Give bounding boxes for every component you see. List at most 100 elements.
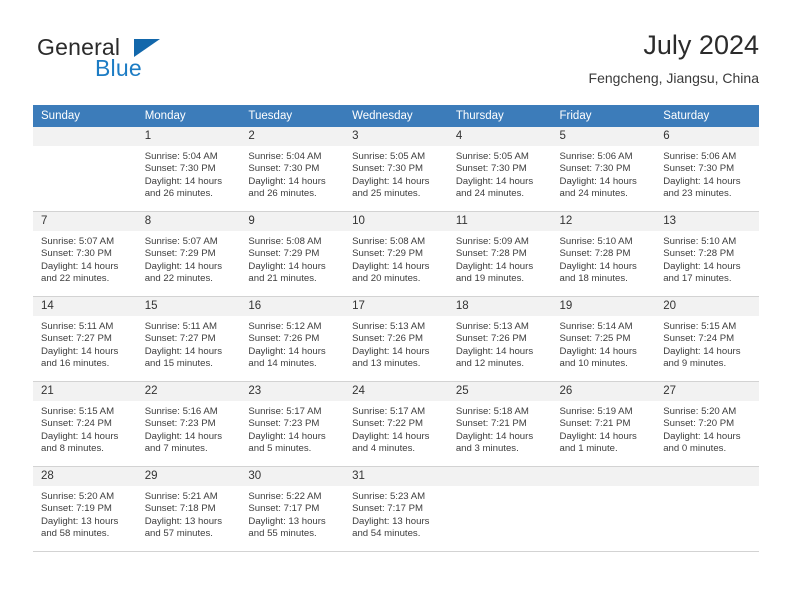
calendar-cell-day[interactable]: 4 Sunrise: 5:05 AM Sunset: 7:30 PM Daylight… [447, 127, 552, 212]
day-number: 25 [447, 382, 552, 401]
day-number: 10 [344, 212, 448, 231]
calendar-cell-day[interactable]: 26 Sunrise: 5:19 AM Sunset: 7:21 PM Dayligh… [551, 381, 656, 467]
day-sunrise: Sunrise: 5:10 AM [559, 236, 633, 247]
day-number: 14 [33, 297, 137, 316]
day-details: Sunrise: 5:08 AM Sunset: 7:29 PM Daylight:… [240, 231, 344, 286]
day-details: Sunrise: 5:04 AM Sunset: 7:30 PM Daylight:… [137, 146, 241, 201]
calendar-week-row: 21 Sunrise: 5:15 AM Sunset: 7:24 PM Dayligh… [33, 381, 759, 467]
calendar-cell-day[interactable]: 23 Sunrise: 5:17 AM Sunset: 7:23 PM Dayligh… [240, 381, 345, 467]
day-daylight-line: Daylight: 14 hours [144, 430, 223, 442]
day-sunrise: Sunrise: 5:04 AM [248, 151, 322, 162]
calendar-cell-day[interactable]: 5 Sunrise: 5:06 AM Sunset: 7:30 PM Daylight… [551, 127, 656, 212]
day-daylight-line: Daylight: 14 hours [455, 260, 534, 272]
day-number: 30 [240, 467, 345, 486]
day-details: Sunrise: 5:06 AM Sunset: 7:30 PM Daylight:… [655, 146, 759, 201]
day-number: 20 [655, 297, 759, 316]
day-details: Sunrise: 5:09 AM Sunset: 7:28 PM Daylight:… [448, 231, 552, 286]
day-sunset: Sunset: 7:30 PM [663, 163, 735, 175]
calendar-cell-day[interactable]: 3 Sunrise: 5:05 AM Sunset: 7:30 PM Daylight… [344, 127, 448, 212]
calendar-cell-day[interactable]: 17 Sunrise: 5:13 AM Sunset: 7:26 PM Dayligh… [344, 296, 448, 382]
day-sunrise: Sunrise: 5:15 AM [41, 406, 115, 417]
calendar-week-row: 7 Sunrise: 5:07 AM Sunset: 7:30 PM Daylight… [33, 211, 759, 297]
day-details: Sunrise: 5:11 AM Sunset: 7:27 PM Daylight:… [137, 316, 241, 371]
day-number: 26 [551, 382, 656, 401]
day-daylight-line: and 24 minutes. [559, 188, 628, 200]
calendar-cell-day[interactable]: 22 Sunrise: 5:16 AM Sunset: 7:23 PM Dayligh… [136, 381, 241, 467]
day-daylight-line: and 10 minutes. [559, 358, 628, 370]
calendar-cell-day[interactable]: 2 Sunrise: 5:04 AM Sunset: 7:30 PM Daylight… [240, 127, 345, 212]
day-sunset: Sunset: 7:21 PM [455, 418, 527, 430]
day-number: 8 [136, 212, 241, 231]
day-daylight-line: and 14 minutes. [248, 358, 317, 370]
day-daylight-line: and 0 minutes. [663, 443, 727, 455]
calendar-cell-day[interactable]: 1 Sunrise: 5:04 AM Sunset: 7:30 PM Daylight… [136, 127, 241, 212]
day-daylight-line: and 26 minutes. [144, 188, 213, 200]
day-daylight-line: and 5 minutes. [248, 443, 312, 455]
calendar-cell-day[interactable]: 11 Sunrise: 5:09 AM Sunset: 7:28 PM Dayligh… [447, 211, 552, 297]
calendar-cell-day[interactable]: 13 Sunrise: 5:10 AM Sunset: 7:28 PM Dayligh… [655, 211, 759, 297]
day-sunrise: Sunrise: 5:14 AM [559, 321, 633, 332]
calendar-cell-day[interactable]: 14 Sunrise: 5:11 AM Sunset: 7:27 PM Dayligh… [33, 296, 137, 382]
calendar-cell-day[interactable]: 28 Sunrise: 5:20 AM Sunset: 7:19 PM Dayligh… [33, 466, 137, 552]
day-details: Sunrise: 5:17 AM Sunset: 7:23 PM Daylight:… [240, 401, 344, 456]
calendar-cell-day[interactable]: 10 Sunrise: 5:08 AM Sunset: 7:29 PM Dayligh… [344, 211, 448, 297]
calendar-cell-day[interactable]: 25 Sunrise: 5:18 AM Sunset: 7:21 PM Dayligh… [447, 381, 552, 467]
calendar-week-row: 28 Sunrise: 5:20 AM Sunset: 7:19 PM Dayligh… [33, 466, 759, 552]
day-sunset: Sunset: 7:19 PM [41, 503, 112, 515]
day-sunrise: Sunrise: 5:08 AM [248, 236, 322, 247]
day-daylight-line: Daylight: 13 hours [41, 515, 119, 527]
page-header: General Blue July 2024 Fengcheng, Jiangs… [33, 28, 759, 94]
day-daylight-line: Daylight: 13 hours [144, 515, 223, 527]
day-sunset: Sunset: 7:20 PM [663, 418, 735, 430]
day-daylight-line: and 19 minutes. [455, 273, 525, 285]
day-sunrise: Sunrise: 5:17 AM [248, 406, 322, 417]
day-sunset: Sunset: 7:30 PM [455, 163, 527, 175]
calendar-cell-day[interactable]: 29 Sunrise: 5:21 AM Sunset: 7:18 PM Dayligh… [136, 466, 241, 552]
day-daylight-line: Daylight: 14 hours [41, 430, 119, 442]
day-number: 3 [344, 127, 448, 146]
calendar-cell-day[interactable]: 31 Sunrise: 5:23 AM Sunset: 7:17 PM Dayligh… [344, 466, 448, 552]
day-daylight-line: and 55 minutes. [248, 528, 317, 540]
day-details: Sunrise: 5:10 AM Sunset: 7:28 PM Daylight:… [552, 231, 656, 286]
day-sunrise: Sunrise: 5:06 AM [663, 151, 737, 162]
brand-logo[interactable]: General Blue [33, 34, 233, 90]
calendar-cell-day[interactable]: 16 Sunrise: 5:12 AM Sunset: 7:26 PM Dayligh… [240, 296, 345, 382]
brand-name-blue: Blue [95, 55, 142, 81]
day-sunset: Sunset: 7:30 PM [352, 163, 424, 175]
calendar-cell-day[interactable]: 27 Sunrise: 5:20 AM Sunset: 7:20 PM Dayligh… [655, 381, 759, 467]
day-daylight-line: and 13 minutes. [352, 358, 421, 370]
day-sunset: Sunset: 7:30 PM [248, 163, 320, 175]
calendar-cell-day[interactable]: 30 Sunrise: 5:22 AM Sunset: 7:17 PM Dayligh… [240, 466, 345, 552]
calendar-cell-day[interactable]: 12 Sunrise: 5:10 AM Sunset: 7:28 PM Dayligh… [551, 211, 656, 297]
page-title: July 2024 [643, 30, 759, 60]
calendar-header-row: Sunday Monday Tuesday Wednesday Thursday… [33, 105, 759, 127]
calendar-cell-day[interactable]: 24 Sunrise: 5:17 AM Sunset: 7:22 PM Dayligh… [344, 381, 448, 467]
calendar-cell-day[interactable]: 20 Sunrise: 5:15 AM Sunset: 7:24 PM Dayligh… [655, 296, 759, 382]
calendar-cell-empty [33, 127, 137, 212]
calendar-cell-day[interactable]: 15 Sunrise: 5:11 AM Sunset: 7:27 PM Dayligh… [136, 296, 241, 382]
day-number: 17 [344, 297, 448, 316]
calendar-cell-day[interactable]: 9 Sunrise: 5:08 AM Sunset: 7:29 PM Daylight… [240, 211, 345, 297]
day-number: 27 [655, 382, 759, 401]
calendar-cell-day[interactable]: 7 Sunrise: 5:07 AM Sunset: 7:30 PM Daylight… [33, 211, 137, 297]
day-sunset: Sunset: 7:26 PM [455, 333, 527, 345]
calendar-cell-day[interactable]: 19 Sunrise: 5:14 AM Sunset: 7:25 PM Dayligh… [551, 296, 656, 382]
calendar-cell-day[interactable]: 6 Sunrise: 5:06 AM Sunset: 7:30 PM Daylight… [655, 127, 759, 212]
day-daylight-line: Daylight: 14 hours [663, 175, 741, 187]
day-number: 21 [33, 382, 137, 401]
day-sunrise: Sunrise: 5:10 AM [663, 236, 737, 247]
day-sunset: Sunset: 7:17 PM [352, 503, 424, 515]
day-sunrise: Sunrise: 5:15 AM [663, 321, 737, 332]
day-sunrise: Sunrise: 5:11 AM [144, 321, 218, 332]
day-details: Sunrise: 5:08 AM Sunset: 7:29 PM Daylight:… [344, 231, 448, 286]
day-daylight-line: and 4 minutes. [352, 443, 416, 455]
calendar-cell-day[interactable]: 21 Sunrise: 5:15 AM Sunset: 7:24 PM Dayligh… [33, 381, 137, 467]
day-sunrise: Sunrise: 5:20 AM [663, 406, 737, 417]
calendar-cell-day[interactable]: 18 Sunrise: 5:13 AM Sunset: 7:26 PM Dayligh… [447, 296, 552, 382]
day-sunset: Sunset: 7:30 PM [41, 248, 112, 260]
day-daylight-line: Daylight: 14 hours [663, 345, 741, 357]
day-number: 4 [447, 127, 552, 146]
day-details: Sunrise: 5:12 AM Sunset: 7:26 PM Daylight:… [240, 316, 344, 371]
weekday-header-saturday: Saturday [655, 105, 759, 127]
calendar-cell-day[interactable]: 8 Sunrise: 5:07 AM Sunset: 7:29 PM Daylight… [136, 211, 241, 297]
